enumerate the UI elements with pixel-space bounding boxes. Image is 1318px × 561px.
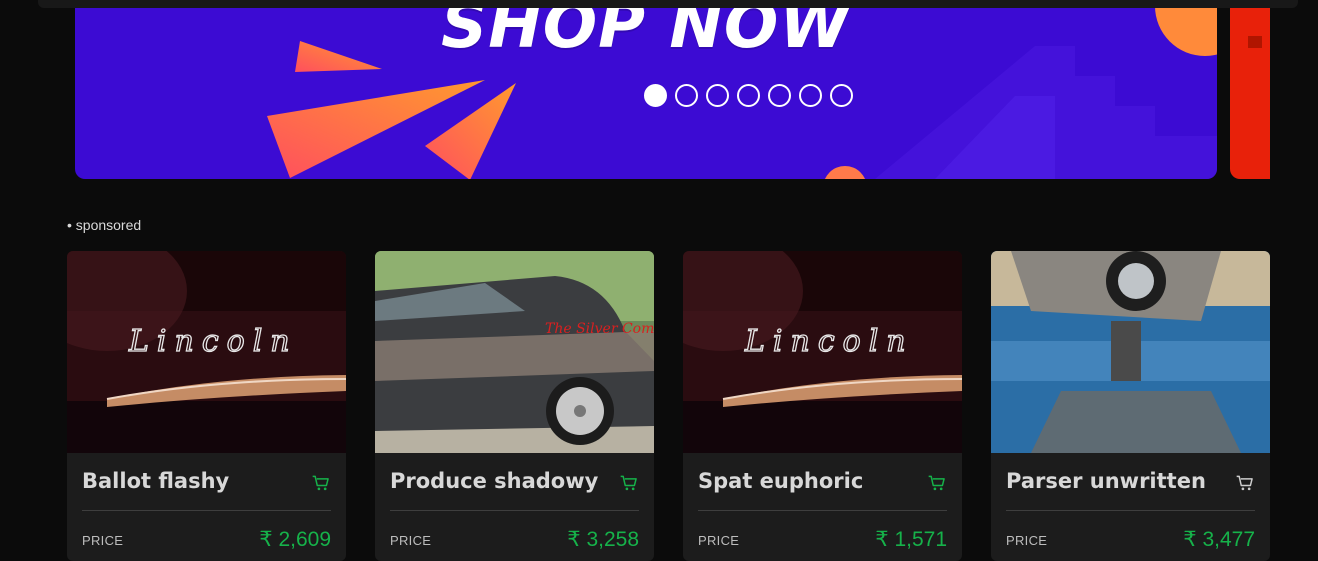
carousel-dot-7[interactable] [830, 84, 853, 107]
carousel-dot-5[interactable] [768, 84, 791, 107]
svg-text:Lincoln: Lincoln [128, 324, 298, 359]
next-slide-preview[interactable] [1230, 0, 1270, 179]
next-slide-glyph [1248, 36, 1262, 48]
cart-icon[interactable] [927, 473, 947, 493]
product-price: ₹ 2,609 [259, 528, 331, 551]
price-label: PRICE [698, 533, 740, 548]
price-label: PRICE [1006, 533, 1048, 548]
carousel-dot-6[interactable] [799, 84, 822, 107]
divider [1006, 510, 1255, 511]
divider [82, 510, 331, 511]
product-card[interactable]: Lincoln Ballot flashy PRICE ₹ 2,609 [67, 251, 346, 561]
carousel-dot-2[interactable] [675, 84, 698, 107]
price-label: PRICE [82, 533, 124, 548]
product-price: ₹ 3,477 [1183, 528, 1255, 551]
product-price: ₹ 3,258 [567, 528, 639, 551]
product-title[interactable]: Ballot flashy [82, 469, 229, 493]
product-title[interactable]: Parser unwritten [1006, 469, 1206, 493]
sponsored-label: • sponsored [67, 217, 142, 233]
product-title[interactable]: Produce shadowy [390, 469, 598, 493]
carousel-dot-4[interactable] [737, 84, 760, 107]
svg-text:Lincoln: Lincoln [744, 324, 914, 359]
product-card[interactable]: The Silver Comet Produce shadowy PRICE ₹… [375, 251, 654, 561]
divider [390, 510, 639, 511]
carousel-dots [644, 84, 853, 107]
carousel-dot-3[interactable] [706, 84, 729, 107]
cart-icon[interactable] [619, 473, 639, 493]
divider [698, 510, 947, 511]
hero-banner[interactable]: SHOP NOW [75, 0, 1217, 179]
cart-icon[interactable] [1235, 473, 1255, 493]
price-label: PRICE [390, 533, 432, 548]
carousel-dot-1[interactable] [644, 84, 667, 107]
product-image[interactable]: Lincoln [683, 251, 962, 453]
top-bar [38, 0, 1298, 8]
banner-headline: SHOP NOW [441, 0, 851, 63]
cart-icon[interactable] [311, 473, 331, 493]
product-title[interactable]: Spat euphoric [698, 469, 863, 493]
product-card[interactable]: Lincoln Spat euphoric PRICE ₹ 1,571 [683, 251, 962, 561]
product-image[interactable] [991, 251, 1270, 453]
product-image[interactable]: The Silver Comet [375, 251, 654, 453]
product-price: ₹ 1,571 [875, 528, 947, 551]
svg-text:The Silver Comet: The Silver Comet [545, 321, 654, 337]
product-card[interactable]: Parser unwritten PRICE ₹ 3,477 [991, 251, 1270, 561]
product-image[interactable]: Lincoln [67, 251, 346, 453]
